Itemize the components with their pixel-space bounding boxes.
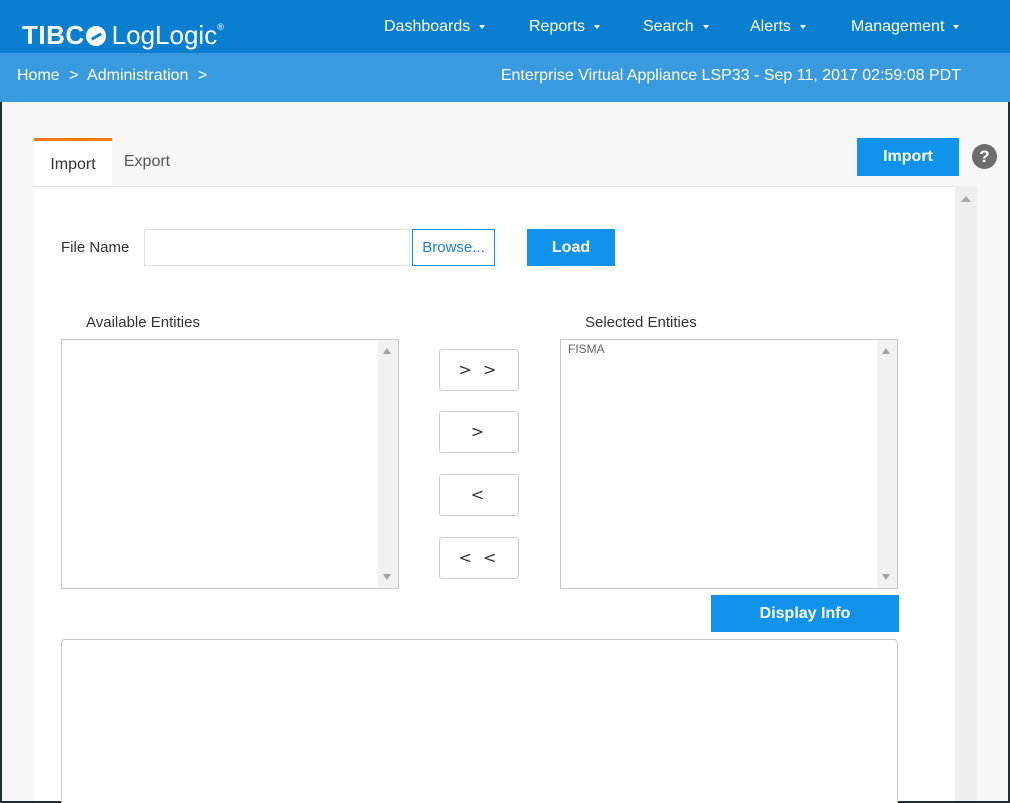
top-navbar: TIBC LogLogic® Dashboards Reports Search … [0,0,1010,53]
move-all-right-button[interactable]: > > [439,349,519,391]
tab-import[interactable]: Import [34,138,112,186]
selected-entities-list[interactable]: FISMA [560,339,898,589]
chevron-down-icon [799,24,806,29]
scroll-up-icon[interactable] [961,196,971,202]
panel-scrollbar[interactable] [955,186,977,801]
selected-entities-label: Selected Entities [585,314,697,331]
nav-reports[interactable]: Reports [529,0,601,53]
chevron-down-icon [594,24,601,29]
breadcrumb-bar: Home > Administration > Enterprise Virtu… [0,53,1010,102]
nav-reports-label: Reports [529,17,586,35]
move-right-button[interactable]: > [439,411,519,453]
list-item[interactable]: FISMA [568,342,605,356]
scroll-up-icon[interactable] [882,348,890,354]
breadcrumb-separator: > [197,67,208,84]
tibco-logo-icon [85,26,106,46]
load-button[interactable]: Load [527,229,615,266]
help-icon[interactable]: ? [972,144,997,169]
chevron-down-icon [702,24,709,29]
brand-tibco: TIBC [22,20,85,50]
main-content: Import Export Import ? File Name Browse.… [2,102,1008,803]
brand-logo[interactable]: TIBC LogLogic® [22,12,224,50]
import-button[interactable]: Import [857,138,959,176]
chevron-down-icon [953,24,960,29]
list-scrollbar[interactable] [877,340,897,588]
tab-export[interactable]: Export [112,138,182,186]
available-entities-label: Available Entities [86,314,200,331]
scroll-down-icon[interactable] [383,574,391,580]
nav-search-label: Search [643,17,694,35]
brand-mark: ® [217,22,224,32]
scroll-up-icon[interactable] [383,348,391,354]
nav-search[interactable]: Search [643,0,709,53]
available-entities-list[interactable] [61,339,399,589]
breadcrumb-separator: > [69,67,79,84]
chevron-down-icon [479,24,486,29]
brand-product: LogLogic [111,20,218,50]
nav-management[interactable]: Management [851,0,960,53]
display-info-button[interactable]: Display Info [711,595,899,632]
breadcrumb-home[interactable]: Home [17,67,60,84]
nav-alerts-label: Alerts [750,17,791,35]
move-all-left-button[interactable]: < < [439,537,519,579]
appliance-info: Enterprise Virtual Appliance LSP33 - Sep… [500,67,961,84]
info-display-area[interactable] [61,639,898,803]
scroll-down-icon[interactable] [882,574,890,580]
browse-button[interactable]: Browse... [412,229,495,266]
move-left-button[interactable]: < [439,474,519,516]
nav-management-label: Management [851,17,945,35]
nav-dashboards[interactable]: Dashboards [384,0,486,53]
breadcrumb-administration[interactable]: Administration [87,67,188,84]
list-scrollbar[interactable] [378,340,398,588]
file-name-input[interactable] [144,229,410,266]
nav-dashboards-label: Dashboards [384,17,471,35]
nav-alerts[interactable]: Alerts [750,0,806,53]
breadcrumb: Home > Administration > [17,67,212,85]
file-name-label: File Name [61,239,130,256]
